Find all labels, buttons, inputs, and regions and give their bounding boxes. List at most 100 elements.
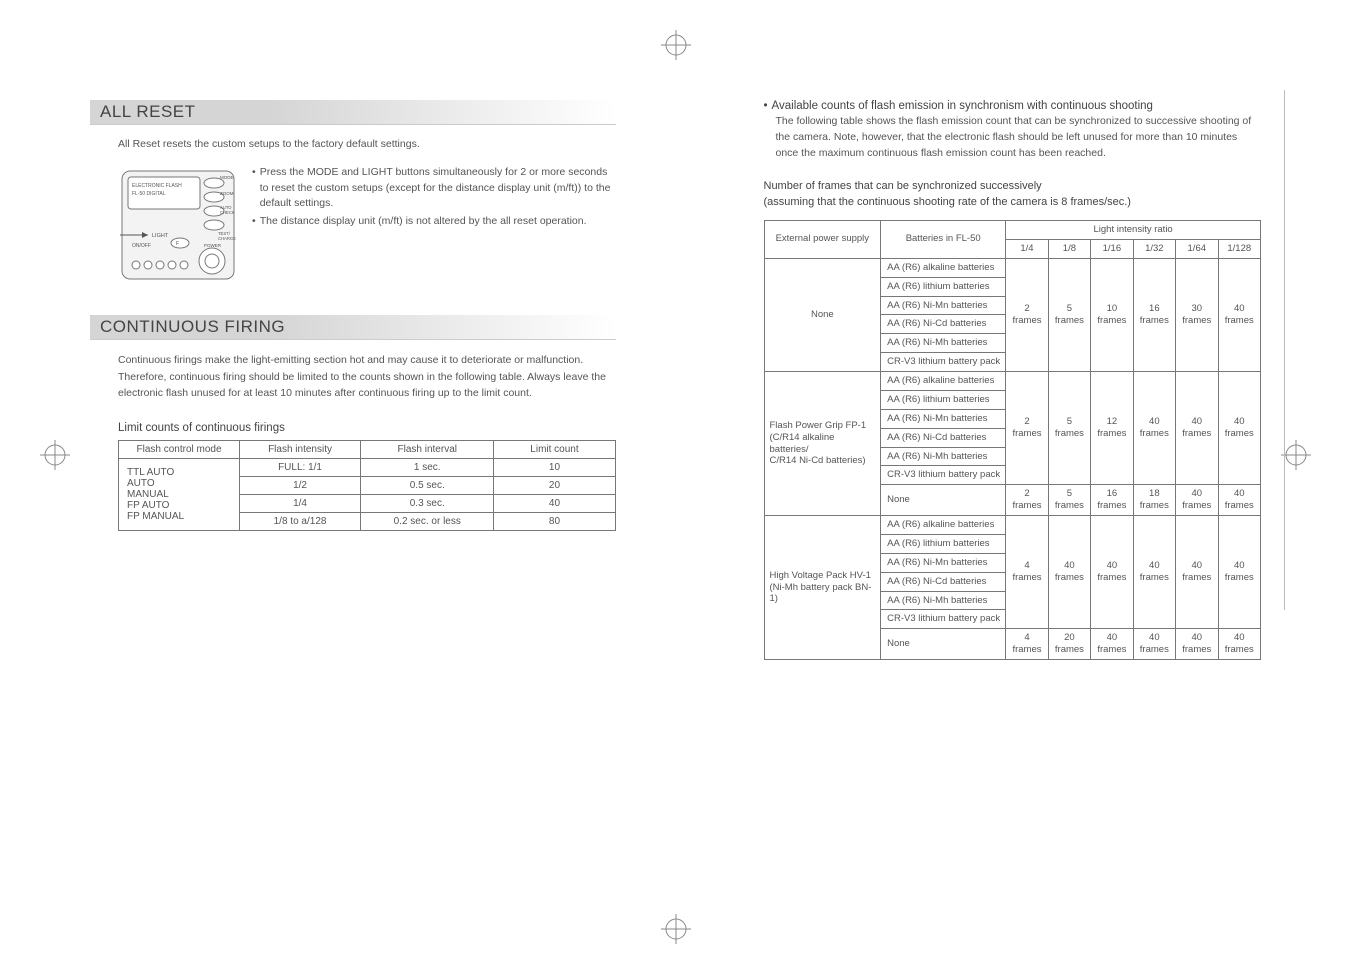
td-val: 40 frames: [1133, 372, 1175, 485]
table-row: TTL AUTO AUTO MANUAL FP AUTO FP MANUAL F…: [119, 459, 616, 477]
th-ratio: 1/32: [1133, 239, 1175, 258]
device-label-title1: ELECTRONIC FLASH: [132, 183, 182, 189]
rule-right: [1284, 90, 1285, 610]
device-label-f: F: [176, 241, 179, 247]
bullet-item: • Press the MODE and LIGHT buttons simul…: [252, 165, 616, 212]
right-bullet-title-row: • Available counts of flash emission in …: [764, 100, 1262, 112]
continuous-firing-para: Continuous firings make the light-emitti…: [118, 352, 616, 402]
device-label-mode: MODE: [220, 175, 234, 180]
td-val: 40 frames: [1218, 516, 1261, 629]
th-ratio: 1/64: [1176, 239, 1218, 258]
right-bullet-desc: The following table shows the flash emis…: [776, 114, 1262, 161]
device-label-zoom: ZOOM: [220, 191, 234, 196]
td-val: 2 frames: [1006, 485, 1048, 516]
td-val: 40 frames: [1176, 629, 1218, 660]
heading-continuous-firing: CONTINUOUS FIRING: [90, 315, 616, 340]
limit-counts-subheading: Limit counts of continuous firings: [118, 422, 616, 434]
page: ALL RESET All Reset resets the custom se…: [90, 100, 1261, 914]
right-bullet-title: Available counts of flash emission in sy…: [772, 100, 1153, 112]
td-count: 80: [494, 513, 615, 531]
td-batt: AA (R6) lithium batteries: [881, 277, 1006, 296]
th-ext: External power supply: [764, 221, 881, 259]
svg-text:CHECK: CHECK: [220, 210, 235, 215]
crop-mark-bottom: [661, 914, 691, 944]
td-ext: None: [764, 258, 881, 371]
td-batt: AA (R6) alkaline batteries: [881, 258, 1006, 277]
th-ratio: 1/8: [1048, 239, 1090, 258]
device-label-light: LIGHT: [152, 233, 169, 239]
all-reset-bullets: • Press the MODE and LIGHT buttons simul…: [252, 165, 616, 285]
td-ext: Flash Power Grip FP-1 (C/R14 alkaline ba…: [764, 372, 881, 516]
td-val: 40 frames: [1176, 516, 1218, 629]
td-batt-none: None: [881, 629, 1006, 660]
crop-mark-right: [1281, 440, 1311, 470]
td-val: 40 frames: [1133, 629, 1175, 660]
td-val: 30 frames: [1176, 258, 1218, 371]
td-batt: AA (R6) Ni-Mh batteries: [881, 591, 1006, 610]
td-intensity: 1/8 to a/128: [240, 513, 361, 531]
table-row: High Voltage Pack HV-1 (Ni-Mh battery pa…: [764, 516, 1261, 535]
bullet-text: The distance display unit (m/ft) is not …: [260, 214, 587, 230]
heading-all-reset: ALL RESET: [90, 100, 616, 125]
td-batt: AA (R6) Ni-Mn batteries: [881, 409, 1006, 428]
td-val: 16 frames: [1091, 485, 1133, 516]
all-reset-row: ELECTRONIC FLASH FL-50 DIGITAL MODE ZOOM…: [118, 165, 616, 285]
table-row: None AA (R6) alkaline batteries 2 frames…: [764, 258, 1261, 277]
td-interval: 0.5 sec.: [361, 477, 494, 495]
th-ratio-top: Light intensity ratio: [1006, 221, 1261, 240]
td-count: 20: [494, 477, 615, 495]
td-val: 40 frames: [1176, 372, 1218, 485]
frames-subheading: Number of frames that can be synchronize…: [764, 179, 1262, 210]
bullet-dot: •: [252, 214, 256, 230]
device-label-power: POWER: [204, 243, 222, 248]
th-ratio: 1/4: [1006, 239, 1048, 258]
td-val: 40 frames: [1048, 516, 1090, 629]
bullet-text: Press the MODE and LIGHT buttons simulta…: [260, 165, 616, 212]
td-val: 40 frames: [1176, 485, 1218, 516]
td-val: 40 frames: [1218, 258, 1261, 371]
th-interval: Flash interval: [361, 441, 494, 459]
th-intensity: Flash intensity: [240, 441, 361, 459]
td-intensity: 1/4: [240, 495, 361, 513]
td-batt: AA (R6) Ni-Mn batteries: [881, 296, 1006, 315]
td-batt: AA (R6) Ni-Mh batteries: [881, 334, 1006, 353]
device-illustration: ELECTRONIC FLASH FL-50 DIGITAL MODE ZOOM…: [118, 165, 238, 285]
td-batt: AA (R6) Ni-Cd batteries: [881, 315, 1006, 334]
td-batt: AA (R6) lithium batteries: [881, 534, 1006, 553]
frames-table: External power supply Batteries in FL-50…: [764, 220, 1262, 660]
td-val: 12 frames: [1091, 372, 1133, 485]
td-batt: AA (R6) Ni-Mh batteries: [881, 447, 1006, 466]
td-batt: AA (R6) alkaline batteries: [881, 372, 1006, 391]
td-val: 40 frames: [1133, 516, 1175, 629]
td-batt: CR-V3 lithium battery pack: [881, 610, 1006, 629]
th-ratio: 1/16: [1091, 239, 1133, 258]
td-val: 10 frames: [1091, 258, 1133, 371]
td-intensity: 1/2: [240, 477, 361, 495]
crop-mark-left: [40, 440, 70, 470]
td-val: 2 frames: [1006, 258, 1048, 371]
td-val: 40 frames: [1218, 629, 1261, 660]
td-val: 4 frames: [1006, 516, 1048, 629]
td-batt: AA (R6) Ni-Mn batteries: [881, 553, 1006, 572]
td-batt: AA (R6) Ni-Cd batteries: [881, 572, 1006, 591]
td-count: 40: [494, 495, 615, 513]
td-batt-none: None: [881, 485, 1006, 516]
td-val: 16 frames: [1133, 258, 1175, 371]
td-val: 40 frames: [1218, 372, 1261, 485]
td-val: 40 frames: [1091, 629, 1133, 660]
bullet-item: • The distance display unit (m/ft) is no…: [252, 214, 616, 230]
td-val: 5 frames: [1048, 372, 1090, 485]
crop-mark-top: [661, 30, 691, 60]
left-column: ALL RESET All Reset resets the custom se…: [90, 100, 616, 914]
td-interval: 0.3 sec.: [361, 495, 494, 513]
td-ext: High Voltage Pack HV-1 (Ni-Mh battery pa…: [764, 516, 881, 660]
th-count: Limit count: [494, 441, 615, 459]
td-val: 20 frames: [1048, 629, 1090, 660]
table-row: Flash Power Grip FP-1 (C/R14 alkaline ba…: [764, 372, 1261, 391]
td-val: 5 frames: [1048, 258, 1090, 371]
bullet-dot: •: [764, 100, 768, 112]
td-val: 40 frames: [1218, 485, 1261, 516]
td-modes: TTL AUTO AUTO MANUAL FP AUTO FP MANUAL: [119, 459, 240, 531]
device-label-title2: FL-50 DIGITAL: [132, 191, 166, 197]
td-batt: AA (R6) Ni-Cd batteries: [881, 428, 1006, 447]
